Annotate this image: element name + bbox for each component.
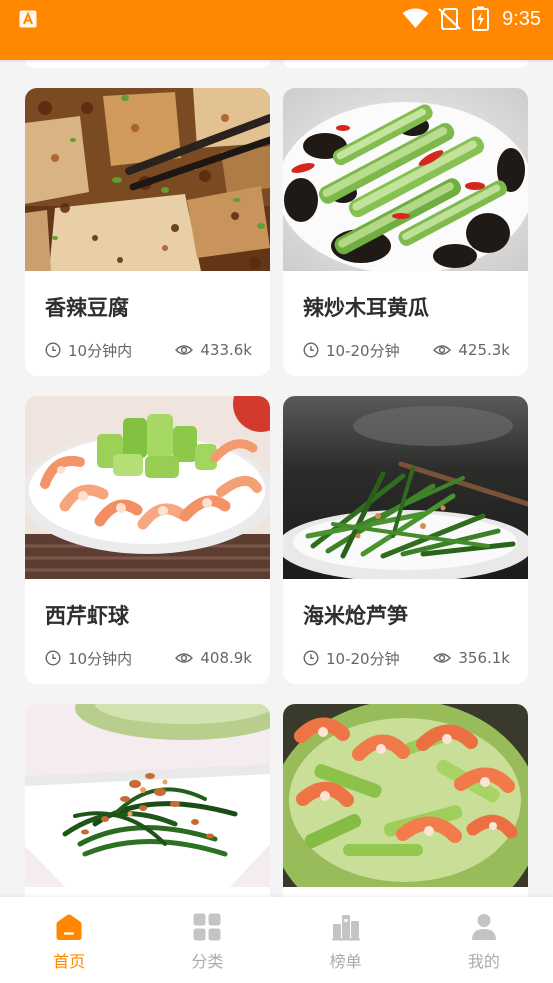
app-notification-icon: [19, 10, 37, 28]
cook-time-text: 10-20分钟: [326, 649, 400, 668]
bottom-navigation: 首页 分类 榜单 我的: [0, 897, 553, 983]
recipe-photo: [283, 704, 528, 887]
view-count-text: 408.9k: [200, 649, 252, 667]
view-count: 356.1k: [433, 649, 510, 667]
home-icon: [56, 914, 82, 940]
recipe-card-body: 海米炝芦笋 10-20分钟 356.1k: [283, 579, 528, 671]
clock-icon: [45, 650, 61, 666]
cook-time: 10分钟内: [45, 340, 132, 361]
grid-icon: [193, 913, 221, 941]
recipe-card-body: 西芹虾球 10分钟内 408.9k: [25, 579, 270, 671]
view-count-text: 433.6k: [200, 341, 252, 359]
profile-icon: [471, 914, 496, 940]
recipe-card-body: [283, 887, 528, 897]
tab-home-label: 首页: [53, 952, 86, 971]
view-count-text: 356.1k: [458, 649, 510, 667]
clock-icon: [303, 342, 319, 358]
view-count: 425.3k: [433, 341, 510, 359]
cook-time-text: 10分钟内: [68, 341, 133, 360]
no-sim-icon: [438, 8, 461, 30]
cook-time: 10-20分钟: [303, 648, 400, 669]
battery-charging-icon: [472, 6, 489, 31]
tab-category[interactable]: 分类: [138, 897, 276, 983]
previous-card-right[interactable]: [283, 60, 528, 68]
recipe-card[interactable]: 海米炝芦笋 10-20分钟 356.1k: [283, 396, 528, 684]
recipe-photo: [25, 396, 270, 579]
recipe-meta: 10分钟内 408.9k: [45, 645, 252, 671]
tab-home[interactable]: 首页: [0, 897, 138, 983]
clock-icon: [303, 650, 319, 666]
ranking-icon: [331, 915, 360, 941]
tab-ranking[interactable]: 榜单: [277, 897, 415, 983]
tab-profile[interactable]: 我的: [415, 897, 553, 983]
status-bar: 9:35: [0, 0, 553, 60]
recipe-card[interactable]: [283, 704, 528, 897]
recipe-grid: 香辣豆腐 10分钟内 433.6k 辣炒木耳黄瓜 10-20分钟 425.3k …: [25, 88, 528, 897]
recipe-photo: [25, 704, 270, 887]
status-time: 9:35: [502, 8, 541, 30]
clock-icon: [45, 342, 61, 358]
eye-icon: [175, 653, 194, 663]
recipe-card[interactable]: 辣炒木耳黄瓜 10-20分钟 425.3k: [283, 88, 528, 376]
recipe-title: 西芹虾球: [45, 604, 129, 628]
recipe-photo: [283, 396, 528, 579]
cook-time: 10-20分钟: [303, 340, 400, 361]
recipe-title: 香辣豆腐: [45, 296, 129, 320]
recipe-meta: 10-20分钟 356.1k: [303, 645, 510, 671]
recipe-card[interactable]: 西芹虾球 10分钟内 408.9k: [25, 396, 270, 684]
recipe-title: 辣炒木耳黄瓜: [303, 296, 429, 320]
recipe-meta: 10分钟内 433.6k: [45, 337, 252, 363]
eye-icon: [433, 653, 452, 663]
view-count: 433.6k: [175, 341, 252, 359]
recipe-card[interactable]: 香辣豆腐 10分钟内 433.6k: [25, 88, 270, 376]
recipe-card[interactable]: [25, 704, 270, 897]
recipe-feed[interactable]: 香辣豆腐 10分钟内 433.6k 辣炒木耳黄瓜 10-20分钟 425.3k …: [0, 60, 553, 897]
tab-profile-label: 我的: [467, 952, 500, 971]
recipe-card-body: [25, 887, 270, 897]
recipe-card-body: 香辣豆腐 10分钟内 433.6k: [25, 271, 270, 363]
wifi-icon: [402, 8, 429, 28]
recipe-photo: [283, 88, 528, 271]
recipe-meta: 10-20分钟 425.3k: [303, 337, 510, 363]
cook-time: 10分钟内: [45, 648, 132, 669]
recipe-photo: [25, 88, 270, 271]
recipe-card-body: 辣炒木耳黄瓜 10-20分钟 425.3k: [283, 271, 528, 363]
tab-ranking-label: 榜单: [329, 952, 362, 971]
cook-time-text: 10-20分钟: [326, 341, 400, 360]
view-count: 408.9k: [175, 649, 252, 667]
tab-category-label: 分类: [191, 952, 224, 971]
cook-time-text: 10分钟内: [68, 649, 133, 668]
recipe-title: 海米炝芦笋: [303, 604, 408, 628]
view-count-text: 425.3k: [458, 341, 510, 359]
previous-card-left[interactable]: [25, 60, 270, 68]
eye-icon: [433, 345, 452, 355]
eye-icon: [175, 345, 194, 355]
